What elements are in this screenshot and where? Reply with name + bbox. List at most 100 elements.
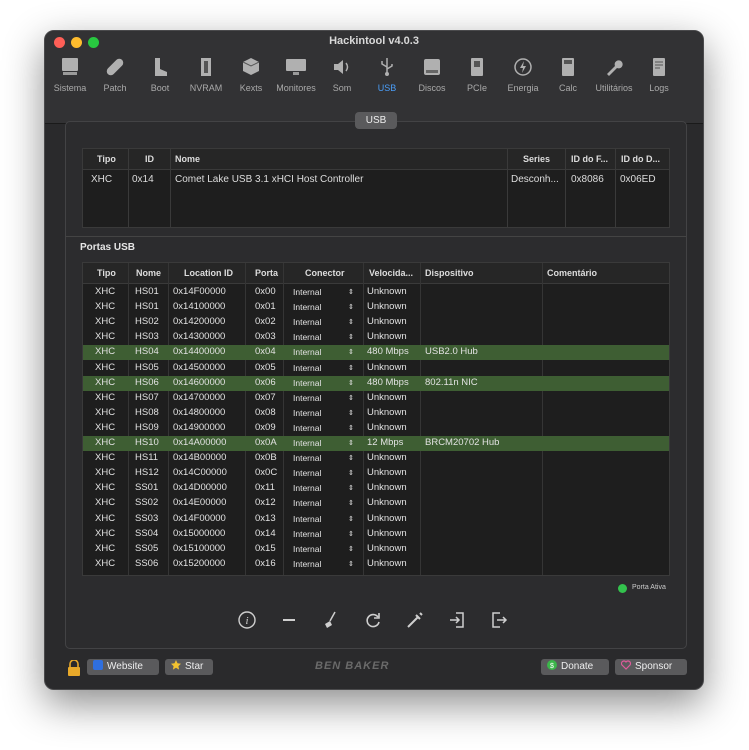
- column-header-velocidade[interactable]: Velocida...: [369, 268, 413, 278]
- cell-conector[interactable]: Internal: [293, 544, 321, 554]
- connector-popup-arrows-icon[interactable]: ⇕: [348, 560, 354, 568]
- cell-disp: BRCM20702 Hub: [425, 437, 500, 448]
- connector-popup-arrows-icon[interactable]: ⇕: [348, 469, 354, 477]
- main-toolbar: Sistema Patch Boot NVRAM Kexts Monitores…: [45, 53, 703, 119]
- star-button[interactable]: Star: [165, 659, 213, 675]
- connector-popup-arrows-icon[interactable]: ⇕: [348, 348, 354, 356]
- export-icon: [492, 612, 508, 628]
- cell-conector[interactable]: Internal: [293, 332, 321, 342]
- column-header-nome[interactable]: Nome: [136, 268, 161, 278]
- cell-conector[interactable]: Internal: [293, 498, 321, 508]
- connector-popup-arrows-icon[interactable]: ⇕: [348, 530, 354, 538]
- lock-icon[interactable]: [67, 659, 81, 676]
- sponsor-button[interactable]: Sponsor: [615, 659, 687, 675]
- export-button[interactable]: [488, 610, 510, 632]
- table-row[interactable]: XHC HS07 0x14700000 0x07 Internal Unknown ⇕: [83, 391, 669, 406]
- cell-conector[interactable]: Internal: [293, 483, 321, 493]
- connector-popup-arrows-icon[interactable]: ⇕: [348, 409, 354, 417]
- table-row[interactable]: XHC HS11 0x14B00000 0x0B Internal Unknown ⇕: [83, 451, 669, 466]
- table-row[interactable]: XHC SS02 0x14E00000 0x12 Internal Unknown ⇕: [83, 496, 669, 511]
- cell-conector[interactable]: Internal: [293, 423, 321, 433]
- connector-popup-arrows-icon[interactable]: ⇕: [348, 424, 354, 432]
- cell-conector[interactable]: Internal: [293, 468, 321, 478]
- inject-button[interactable]: [404, 610, 426, 632]
- table-row[interactable]: XHC HS03 0x14300000 0x03 Internal Unknown ⇕: [83, 330, 669, 345]
- connector-popup-arrows-icon[interactable]: ⇕: [348, 288, 354, 296]
- import-button[interactable]: [446, 610, 468, 632]
- cell-vendor-id: 0x8086: [571, 174, 604, 185]
- cell-conector[interactable]: Internal: [293, 514, 321, 524]
- cell-conector[interactable]: Internal: [293, 393, 321, 403]
- table-row[interactable]: XHC HS09 0x14900000 0x09 Internal Unknown ⇕: [83, 421, 669, 436]
- table-row[interactable]: XHC SS06 0x15200000 0x16 Internal Unknown ⇕: [83, 557, 669, 572]
- table-row[interactable]: XHC SS05 0x15100000 0x15 Internal Unknown ⇕: [83, 542, 669, 557]
- column-header-dispositivo[interactable]: Dispositivo: [425, 268, 474, 278]
- column-header-comentario[interactable]: Comentário: [547, 268, 597, 278]
- column-header-device-id[interactable]: ID do D...: [621, 154, 660, 164]
- cell-conector[interactable]: Internal: [293, 378, 321, 388]
- connector-popup-arrows-icon[interactable]: ⇕: [348, 484, 354, 492]
- cell-conector[interactable]: Internal: [293, 287, 321, 297]
- table-row[interactable]: XHC HS04 0x14400000 0x04 Internal 480 Mbps USB…: [83, 345, 669, 361]
- column-header-nome[interactable]: Nome: [175, 154, 200, 164]
- column-header-vendor-id[interactable]: ID do F...: [571, 154, 608, 164]
- table-row[interactable]: XHC HS10 0x14A00000 0x0A Internal 12 Mbps BRCM…: [83, 436, 669, 451]
- refresh-button[interactable]: [362, 610, 384, 632]
- cell-loc: 0x14500000: [173, 361, 226, 373]
- connector-popup-arrows-icon[interactable]: ⇕: [348, 364, 354, 372]
- cell-tipo: XHC: [95, 346, 116, 358]
- cell-loc: 0x15100000: [173, 542, 226, 554]
- cell-tipo: XHC: [95, 497, 116, 509]
- cell-conector[interactable]: Internal: [293, 302, 321, 312]
- cell-loc: 0x14C00000: [173, 467, 227, 479]
- cell-conector[interactable]: Internal: [293, 529, 321, 539]
- info-button[interactable]: i: [236, 610, 258, 632]
- table-row[interactable]: XHC HS06 0x14600000 0x06 Internal 480 Mbps 802…: [83, 375, 669, 391]
- table-row[interactable]: XHC SS01 0x14D00000 0x11 Internal Unknown ⇕: [83, 481, 669, 496]
- column-header-series[interactable]: Series: [523, 154, 550, 164]
- connector-popup-arrows-icon[interactable]: ⇕: [348, 394, 354, 402]
- connector-popup-arrows-icon[interactable]: ⇕: [348, 499, 354, 507]
- cell-vel: Unknown: [367, 452, 407, 464]
- remove-button[interactable]: [278, 610, 300, 632]
- table-row[interactable]: XHC HS08 0x14800000 0x08 Internal Unknown ⇕: [83, 406, 669, 421]
- table-row[interactable]: XHC HS05 0x14500000 0x05 Internal Unknown ⇕: [83, 361, 669, 376]
- column-header-location-id[interactable]: Location ID: [184, 268, 233, 278]
- column-header-tipo[interactable]: Tipo: [97, 154, 116, 164]
- panel-tab-usb[interactable]: USB: [355, 112, 397, 129]
- cell-conector[interactable]: Internal: [293, 453, 321, 463]
- column-header-tipo[interactable]: Tipo: [97, 268, 116, 278]
- connector-popup-arrows-icon[interactable]: ⇕: [348, 318, 354, 326]
- column-header-porta[interactable]: Porta: [255, 268, 278, 278]
- toolbar-item-logs[interactable]: Logs: [634, 53, 684, 115]
- connector-popup-arrows-icon[interactable]: ⇕: [348, 333, 354, 341]
- website-button[interactable]: Website: [87, 659, 159, 675]
- column-header-id[interactable]: ID: [145, 154, 154, 164]
- cell-conector[interactable]: Internal: [293, 438, 321, 448]
- connector-popup-arrows-icon[interactable]: ⇕: [348, 454, 354, 462]
- table-row[interactable]: XHC HS12 0x14C00000 0x0C Internal Unknown ⇕: [83, 466, 669, 481]
- donate-button[interactable]: $ Donate: [541, 659, 609, 675]
- cell-conector[interactable]: Internal: [293, 317, 321, 327]
- table-row[interactable]: XHC HS01 0x14100000 0x01 Internal Unknown ⇕: [83, 300, 669, 315]
- clear-button[interactable]: [320, 610, 342, 632]
- cell-conector[interactable]: Internal: [293, 408, 321, 418]
- cell-conector[interactable]: Internal: [293, 363, 321, 373]
- ports-section-title: Portas USB: [80, 242, 136, 253]
- boot-icon: [148, 55, 172, 79]
- connector-popup-arrows-icon[interactable]: ⇕: [348, 379, 354, 387]
- connector-popup-arrows-icon[interactable]: ⇕: [348, 545, 354, 553]
- cell-nome: SS01: [135, 482, 159, 494]
- table-row[interactable]: XHC SS04 0x15000000 0x14 Internal Unknown ⇕: [83, 527, 669, 542]
- connector-popup-arrows-icon[interactable]: ⇕: [348, 515, 354, 523]
- table-row[interactable]: XHC HS01 0x14F00000 0x00 Internal Unknown ⇕: [83, 285, 669, 300]
- cell-conector[interactable]: Internal: [293, 347, 321, 357]
- table-row[interactable]: XHC SS03 0x14F00000 0x13 Internal Unknown ⇕: [83, 512, 669, 527]
- cell-conector[interactable]: Internal: [293, 559, 321, 569]
- cell-tipo: XHC: [95, 391, 116, 403]
- column-header-conector[interactable]: Conector: [305, 268, 345, 278]
- connector-popup-arrows-icon[interactable]: ⇕: [348, 439, 354, 447]
- cell-porta: 0x03: [255, 331, 276, 343]
- connector-popup-arrows-icon[interactable]: ⇕: [348, 303, 354, 311]
- table-row[interactable]: XHC HS02 0x14200000 0x02 Internal Unknown ⇕: [83, 315, 669, 330]
